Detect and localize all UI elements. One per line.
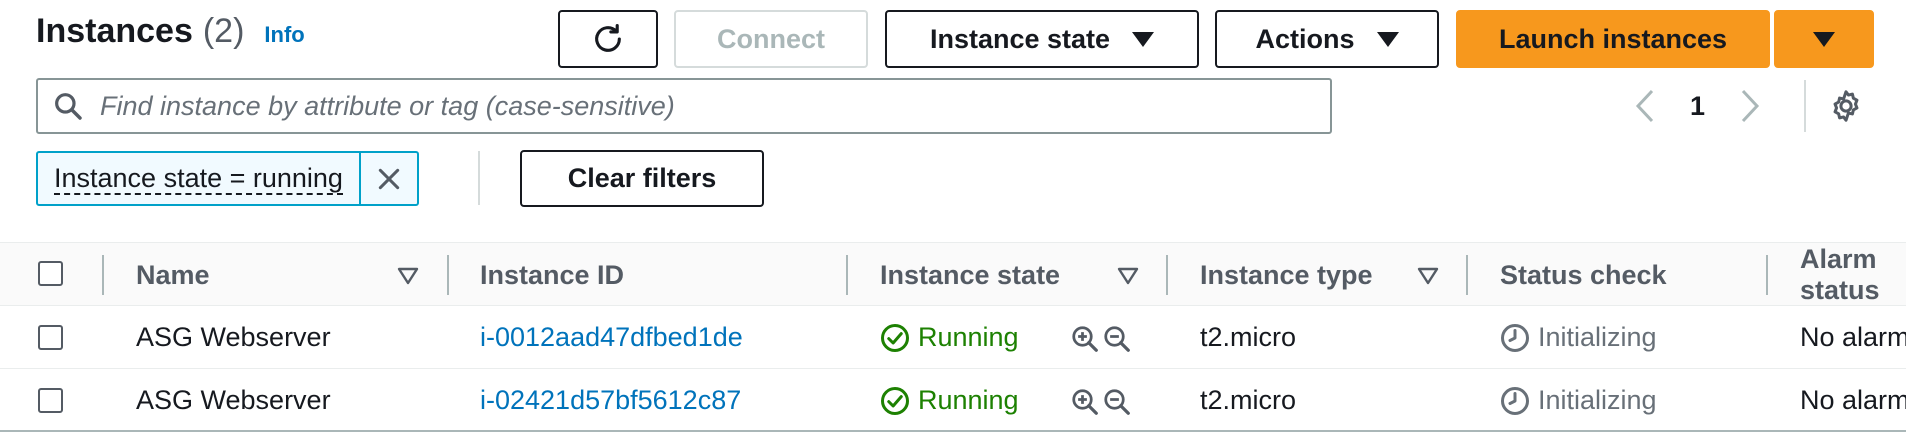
column-header-name[interactable]: Name xyxy=(136,243,210,307)
info-link[interactable]: Info xyxy=(264,22,304,48)
sort-icon[interactable] xyxy=(1117,267,1139,285)
instance-name: ASG Webserver xyxy=(136,385,331,415)
instance-state-dropdown-label: Instance state xyxy=(929,23,1111,54)
column-divider xyxy=(1166,255,1168,295)
page-title: Instances xyxy=(36,12,193,50)
actions-dropdown-label: Actions xyxy=(1255,23,1355,54)
column-divider xyxy=(1466,255,1468,295)
instance-type: t2.micro xyxy=(1200,322,1297,352)
caret-down-icon xyxy=(1813,31,1835,47)
column-divider xyxy=(447,255,449,295)
table-row[interactable]: ASG Webserver i-0012aad47dfbed1de Runnin… xyxy=(0,306,1906,369)
connect-button-label: Connect xyxy=(717,23,825,54)
connect-button[interactable]: Connect xyxy=(674,10,868,68)
caret-down-icon xyxy=(1132,31,1155,47)
zoom-in-icon[interactable] xyxy=(1070,387,1100,417)
instance-state-label: Running xyxy=(918,322,1019,352)
launch-instances-label: Launch instances xyxy=(1498,23,1728,54)
caret-down-icon xyxy=(1376,31,1399,47)
table-header: Name Instance ID Instance state Instance… xyxy=(0,242,1906,306)
close-icon xyxy=(378,168,400,189)
column-header-instance-state[interactable]: Instance state xyxy=(880,243,1060,307)
status-check-label: Initializing xyxy=(1538,385,1657,415)
column-divider xyxy=(1766,255,1768,295)
refresh-icon xyxy=(595,23,621,52)
clear-filters-button[interactable]: Clear filters xyxy=(520,150,764,207)
zoom-out-icon[interactable] xyxy=(1102,387,1132,417)
column-header-instance-type[interactable]: Instance type xyxy=(1200,243,1373,307)
pagination: 1 xyxy=(1634,86,1761,126)
table-row[interactable]: ASG Webserver i-02421d57bf5612c87 Runnin… xyxy=(0,369,1906,432)
divider xyxy=(478,151,480,205)
sort-icon[interactable] xyxy=(397,267,419,285)
refresh-button[interactable] xyxy=(558,10,658,68)
remove-filter-button[interactable] xyxy=(358,153,417,204)
clock-icon xyxy=(1501,323,1529,352)
instance-state-label: Running xyxy=(918,385,1019,415)
state-zoom-controls xyxy=(1070,324,1132,354)
current-page[interactable]: 1 xyxy=(1690,91,1705,122)
gear-icon[interactable] xyxy=(1828,88,1864,124)
row-checkbox[interactable] xyxy=(38,388,63,413)
launch-options-dropdown[interactable] xyxy=(1774,10,1874,68)
zoom-in-icon[interactable] xyxy=(1070,324,1100,354)
check-circle-icon xyxy=(881,386,909,415)
state-zoom-controls xyxy=(1070,387,1132,417)
page-header: Instances (2) Info xyxy=(36,12,305,51)
sort-icon[interactable] xyxy=(1417,267,1439,285)
status-check-cell: Initializing xyxy=(1500,306,1657,369)
instance-state-dropdown[interactable]: Instance state xyxy=(885,10,1199,68)
instance-name: ASG Webserver xyxy=(136,322,331,352)
column-divider xyxy=(102,255,104,295)
alarm-status: No alarms xyxy=(1800,322,1906,352)
search-input[interactable] xyxy=(100,90,1300,122)
instance-state-cell: Running xyxy=(880,306,1019,369)
search-icon xyxy=(55,93,82,120)
chevron-right-icon[interactable] xyxy=(1739,88,1761,124)
divider xyxy=(1804,80,1806,132)
status-check-cell: Initializing xyxy=(1500,369,1657,432)
clear-filters-label: Clear filters xyxy=(567,163,717,193)
alarm-status: No alarms xyxy=(1800,385,1906,415)
zoom-out-icon[interactable] xyxy=(1102,324,1132,354)
launch-instances-button[interactable]: Launch instances xyxy=(1456,10,1770,68)
column-header-status-check[interactable]: Status check xyxy=(1500,243,1667,307)
chevron-left-icon[interactable] xyxy=(1634,88,1656,124)
filter-token: Instance state = running xyxy=(36,151,419,206)
instance-count: (2) xyxy=(202,12,245,50)
row-checkbox[interactable] xyxy=(38,325,63,350)
select-all-checkbox[interactable] xyxy=(38,261,63,286)
clock-icon xyxy=(1501,386,1529,415)
search-bar xyxy=(36,78,1332,134)
actions-dropdown[interactable]: Actions xyxy=(1215,10,1439,68)
column-divider xyxy=(846,255,848,295)
instance-id-link[interactable]: i-02421d57bf5612c87 xyxy=(480,369,741,432)
filter-token-label[interactable]: Instance state = running xyxy=(38,153,359,204)
column-header-instance-id[interactable]: Instance ID xyxy=(480,243,624,307)
check-circle-icon xyxy=(881,323,909,352)
status-check-label: Initializing xyxy=(1538,322,1657,352)
instance-state-cell: Running xyxy=(880,369,1019,432)
instance-id-link[interactable]: i-0012aad47dfbed1de xyxy=(480,306,743,369)
instances-table: Name Instance ID Instance state Instance… xyxy=(0,242,1906,432)
column-header-alarm-status[interactable]: Alarm status xyxy=(1800,243,1906,307)
instance-type: t2.micro xyxy=(1200,385,1297,415)
